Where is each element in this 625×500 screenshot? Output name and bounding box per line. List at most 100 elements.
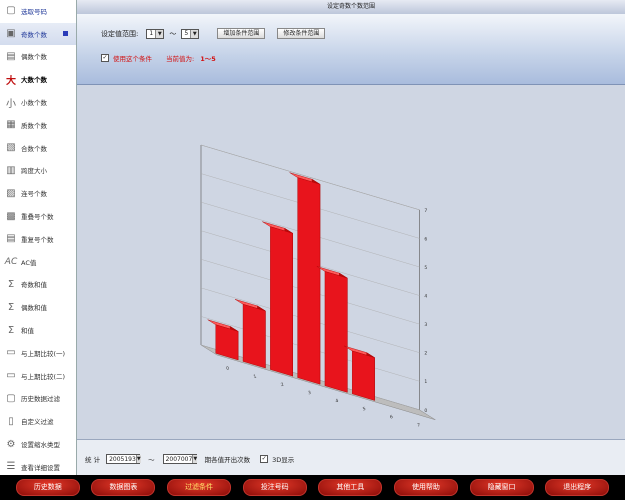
sidebar-item-label: 选取号码 (21, 7, 47, 16)
sidebar-item-label: 质数个数 (21, 121, 47, 130)
sidebar-item-composite-count[interactable]: ▧ 合数个数 (0, 137, 76, 160)
x-tick-label: 3 (308, 390, 312, 397)
bet-numbers-button[interactable]: 投注号码 (242, 479, 307, 496)
even-icon: ▤ (6, 50, 16, 62)
sidebar-item-compare-2[interactable]: ▭ 与上期比较(二) (0, 365, 76, 388)
sidebar-item-history-filter[interactable]: ▢ 历史数据过滤 (0, 388, 76, 411)
sidebar-item-prime-count[interactable]: ▦ 质数个数 (0, 114, 76, 137)
bottom-nav: 历史数据 数据图表 过滤条件 投注号码 其他工具 使用帮助 隐藏窗口 退出程序 (0, 475, 625, 500)
sidebar-item-big-count[interactable]: 大 大数个数 (0, 68, 76, 92)
range-tilde: ～ (169, 29, 177, 38)
sidebar-item-label: 重叠号个数 (21, 213, 54, 222)
sigma-icon: Σ (7, 324, 15, 336)
from-period-value: 2005193 (109, 455, 136, 463)
sidebar-item-label: 跨度大小 (21, 167, 47, 176)
sidebar-item-repeat[interactable]: ▤ 重复号个数 (0, 228, 76, 251)
y-tick-label: 1 (424, 379, 427, 385)
detail-icon: ☰ (6, 461, 16, 473)
three-d-checkbox[interactable]: ✓ (260, 455, 269, 463)
sidebar-item-label: 奇数和值 (21, 281, 47, 290)
y-tick-label: 6 (424, 236, 427, 242)
bar (352, 350, 375, 401)
sidebar-item-overlap[interactable]: ▩ 重叠号个数 (0, 205, 76, 228)
sidebar-item-even-count[interactable]: ▤ 偶数个数 (0, 46, 76, 69)
sidebar-item-select-numbers[interactable]: ▢ 选取号码 (0, 0, 76, 23)
big-icon: 大 (6, 75, 16, 87)
small-icon: 小 (6, 98, 16, 110)
range-from-value: 1 (149, 30, 154, 37)
other-tools-button[interactable]: 其他工具 (318, 479, 383, 496)
sidebar-item-label: 与上期比较(一) (21, 349, 66, 358)
y-tick-label: 5 (424, 265, 427, 271)
x-tick-label: 0 (226, 365, 230, 372)
ac-icon: AC (4, 256, 18, 267)
sidebar-item-sum[interactable]: Σ 和值 (0, 319, 76, 342)
use-condition-label: 使用这个条件 (113, 55, 152, 63)
sidebar-item-custom-filter[interactable]: ▯ 自定义过滤 (0, 410, 76, 434)
composite-icon: ▧ (6, 142, 16, 154)
sidebar-item-label: 查看详细设置 (21, 463, 60, 472)
stats-desc: 期各值开出次数 (204, 456, 251, 464)
odd-icon: ▣ (6, 28, 16, 40)
x-tick-label: 7 (417, 422, 421, 429)
custom-icon: ▯ (8, 415, 14, 427)
to-period-value: 2007007 (165, 455, 193, 463)
sidebar-item-label: 奇数个数 (21, 30, 47, 39)
y-tick-label: 3 (424, 322, 427, 328)
sidebar-item-label: 历史数据过滤 (21, 395, 60, 404)
sidebar-item-ac[interactable]: AC AC值 (0, 251, 76, 274)
sidebar-item-label: 大数个数 (21, 76, 47, 85)
exit-button[interactable]: 退出程序 (545, 479, 610, 496)
sidebar-item-consecutive[interactable]: ▨ 连号个数 (0, 182, 76, 206)
settings-icon: ⚙ (6, 438, 16, 450)
x-tick-label: 2 (280, 382, 284, 389)
range-from-select[interactable]: 1 ▼ (146, 28, 165, 39)
x-tick-label: 6 (389, 414, 393, 421)
history-data-button[interactable]: 历史数据 (15, 479, 80, 496)
overlap-icon: ▩ (6, 210, 16, 222)
use-condition-checkbox[interactable]: ✓ (101, 54, 109, 62)
range-to-select[interactable]: 5 ▼ (181, 28, 200, 39)
stats-footer: 统 计 2005193 ▼ ～ 2007007 ▼ 期各值开出次数 ✓ 3D显示 (77, 439, 625, 476)
sigma-icon: Σ (7, 301, 15, 313)
consecutive-icon: ▨ (6, 187, 16, 199)
select-icon: ▢ (6, 5, 16, 17)
modify-range-button[interactable]: 修改条件范围 (277, 28, 326, 39)
sidebar: ▢ 选取号码 ▣ 奇数个数 ▤ 偶数个数 大 大数个数 小 小数个数 ▦ 质数个… (0, 0, 77, 479)
sigma-icon: Σ (7, 278, 15, 290)
hide-window-button[interactable]: 隐藏窗口 (469, 479, 534, 496)
add-range-button[interactable]: 增加条件范围 (217, 28, 266, 39)
compare-icon: ▭ (6, 370, 16, 382)
chevron-down-icon: ▼ (190, 29, 199, 38)
sidebar-item-odd-sum[interactable]: Σ 奇数和值 (0, 274, 76, 297)
data-chart-button[interactable]: 数据图表 (91, 479, 156, 496)
help-button[interactable]: 使用帮助 (393, 479, 458, 496)
x-tick-label: 1 (253, 374, 257, 381)
y-tick-label: 4 (424, 294, 427, 300)
sidebar-item-odd-count[interactable]: ▣ 奇数个数 (0, 22, 76, 46)
sidebar-item-label: 小数个数 (21, 99, 47, 108)
chevron-down-icon: ▼ (135, 455, 141, 463)
sidebar-item-label: 重复号个数 (21, 235, 54, 244)
chart-area: 0 1 2 3 4 5 6 7 0 1 2 3 4 5 6 7 (77, 85, 625, 439)
x-tick-label: 4 (335, 398, 339, 405)
sidebar-item-span[interactable]: ▥ 跨度大小 (0, 160, 76, 183)
sidebar-item-small-count[interactable]: 小 小数个数 (0, 91, 76, 114)
from-period-select[interactable]: 2005193 ▼ (106, 454, 141, 464)
current-value: 1～5 (200, 55, 216, 63)
period-tilde: ～ (148, 456, 155, 464)
sidebar-item-compare-1[interactable]: ▭ 与上期比较(一) (0, 342, 76, 365)
sidebar-item-label: 自定义过滤 (21, 418, 54, 427)
chevron-down-icon: ▼ (155, 29, 164, 38)
y-tick-label: 2 (424, 351, 427, 357)
filter-conditions-button[interactable]: 过滤条件 (167, 479, 232, 496)
sidebar-item-label: 连号个数 (21, 190, 47, 199)
to-period-select[interactable]: 2007007 ▼ (162, 454, 198, 464)
sidebar-item-set-type[interactable]: ⚙ 设置缩水类型 (0, 433, 76, 456)
sidebar-item-label: 偶数和值 (21, 304, 47, 313)
bar (242, 303, 266, 369)
sidebar-item-label: 与上期比较(二) (21, 372, 66, 381)
compare-icon: ▭ (6, 347, 16, 359)
y-tick-label: 0 (424, 408, 427, 414)
sidebar-item-even-sum[interactable]: Σ 偶数和值 (0, 296, 76, 320)
